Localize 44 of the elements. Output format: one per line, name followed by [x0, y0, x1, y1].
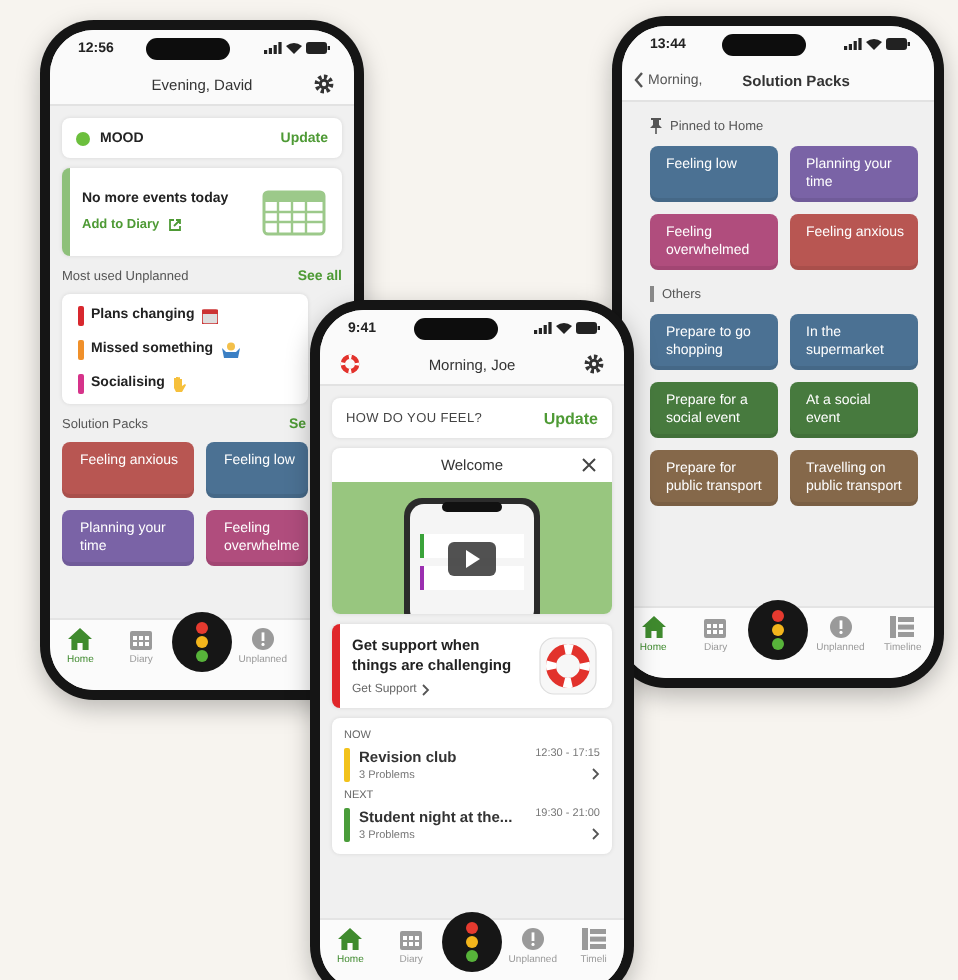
dynamic-island — [722, 33, 807, 55]
home-icon — [338, 928, 363, 950]
traffic-light-button[interactable] — [441, 912, 502, 972]
calendar-icon — [400, 928, 423, 950]
calendar-icon — [704, 616, 727, 638]
update-link[interactable]: Update — [543, 409, 598, 427]
lifebuoy-icon — [538, 636, 598, 696]
wifi-icon — [866, 38, 882, 50]
chevron-right-icon — [422, 683, 431, 696]
battery-icon — [306, 42, 330, 54]
dynamic-island — [413, 317, 497, 339]
hand-icon — [172, 375, 187, 391]
lifebuoy-icon[interactable] — [340, 354, 360, 374]
signal-icon — [844, 38, 862, 50]
calendar-icon — [202, 307, 219, 323]
pin-icon — [650, 118, 662, 134]
signal-icon — [264, 42, 282, 54]
settings-icon[interactable] — [584, 354, 604, 374]
alert-icon — [829, 616, 852, 638]
battery-icon — [886, 38, 910, 50]
section-marker — [650, 286, 654, 302]
wifi-icon — [286, 42, 302, 54]
close-button[interactable] — [582, 458, 596, 472]
home-icon — [68, 628, 93, 650]
timeline-icon — [890, 616, 915, 638]
timeline-icon — [581, 928, 606, 950]
traffic-light-button[interactable] — [747, 600, 808, 660]
signal-icon — [533, 322, 552, 334]
alert-icon — [251, 628, 274, 650]
chevron-right-icon — [592, 828, 600, 840]
calendar-icon — [262, 188, 326, 236]
chevron-right-icon — [592, 768, 600, 780]
calendar-icon — [130, 628, 153, 650]
wifi-icon — [555, 322, 572, 334]
mood-dot-icon — [76, 131, 90, 145]
person-icon — [221, 341, 240, 357]
dynamic-island — [146, 37, 231, 59]
battery-icon — [575, 322, 600, 334]
external-link-icon — [167, 218, 182, 232]
alert-icon — [521, 928, 544, 950]
chevron-left-icon — [634, 72, 644, 88]
settings-icon[interactable] — [314, 74, 334, 94]
traffic-light-button[interactable] — [171, 612, 232, 672]
home-icon — [641, 616, 666, 638]
